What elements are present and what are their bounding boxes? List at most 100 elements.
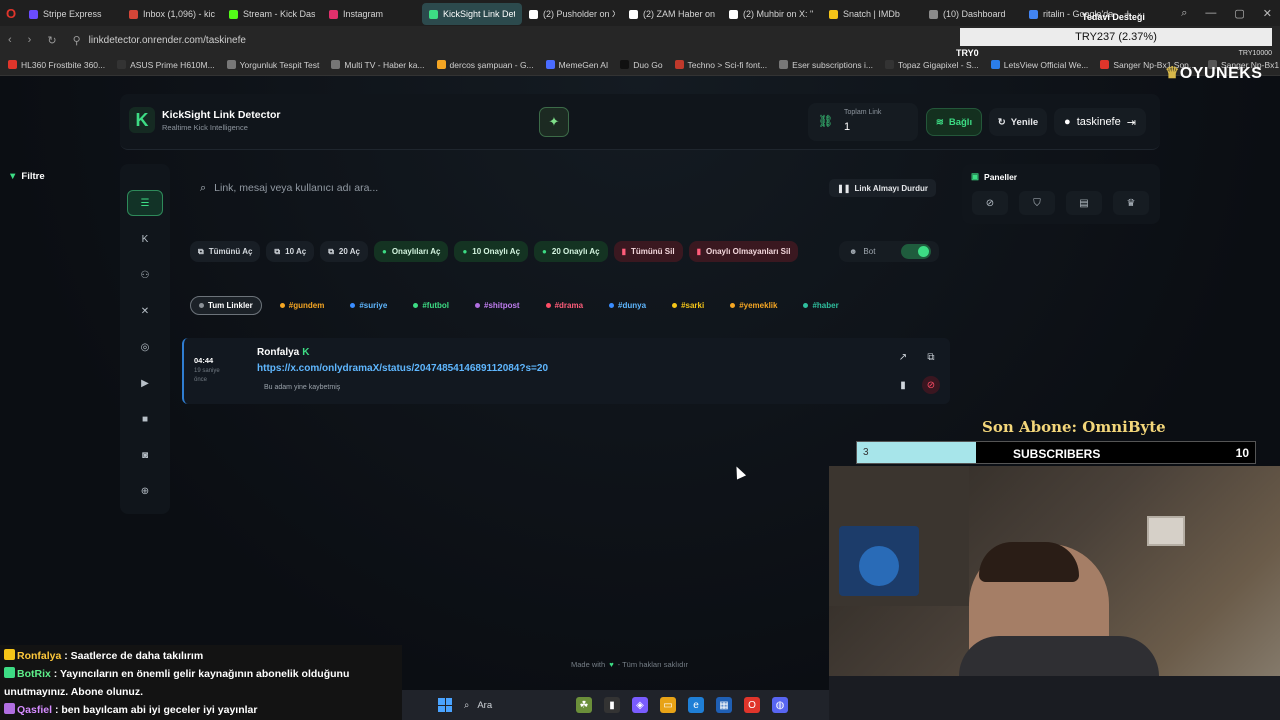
url-field[interactable]: linkdetector.onrender.com/taskinefe [89,35,246,46]
bookmark-item[interactable]: Duo Go [620,60,663,70]
tag-dot-icon [609,303,615,308]
search-bar[interactable]: ⌕ Link, mesaj veya kullanıcı adı ara... … [192,176,948,200]
windows-start-icon[interactable] [438,698,452,712]
action-button[interactable]: ● Onaylıları Aç [373,241,449,262]
panel-banned-button[interactable]: ⊘ [972,191,1008,215]
tag-filter[interactable]: #suriye [342,296,395,315]
tag-filter[interactable]: #yemeklik [722,296,785,315]
opera-logo-icon[interactable]: O [0,0,22,26]
action-button[interactable]: ● 10 Onaylı Aç [454,241,529,262]
main-panel: ⌕ Link, mesaj veya kullanıcı adı ara... … [182,164,950,514]
browser-tab[interactable]: Stripe Express [22,3,122,25]
tag-filter[interactable]: #dunya [601,296,654,315]
tag-filter[interactable]: #haber [795,296,846,315]
filter-video-button[interactable]: ■ [127,406,163,432]
filter-youtube-button[interactable]: ▶ [127,370,163,396]
search-input[interactable]: Link, mesaj veya kullanıcı adı ara... [214,182,378,194]
open-link-icon[interactable]: ↗ [894,348,912,366]
action-button[interactable]: ▮ Tümünü Sil [613,241,683,262]
browser-tab[interactable]: Inbox (1,096) - kickta [122,3,222,25]
browser-tab[interactable]: Snatch | IMDb [822,3,922,25]
user-menu[interactable]: ● taskinefe ⇥ [1054,108,1146,136]
bookmark-item[interactable]: MemeGen AI [545,60,608,70]
taskbar-store-icon[interactable]: ▦ [716,697,732,713]
delete-link-icon[interactable]: ▮ [894,376,912,394]
refresh-button[interactable]: ↻ Yenile [989,108,1047,136]
taskbar-opera-icon[interactable]: O [744,697,760,713]
search-icon: ⌕ [200,181,207,194]
tab-favicon-icon [329,9,338,19]
bookmark-favicon-icon [779,60,789,69]
taskbar-explorer-icon[interactable]: ▭ [660,697,676,713]
browser-tab[interactable]: Instagram [322,3,422,25]
tag-filter[interactable]: Tum Linkler [190,296,262,315]
video-icon: ■ [141,413,149,425]
taskbar-widget-icon[interactable]: ☘ [576,697,592,713]
streamer-hair [979,542,1079,582]
action-button[interactable]: ▮ Onaylı Olmayanları Sil [688,241,799,262]
browser-tab[interactable]: (2) Pusholder on X: "S [522,3,622,25]
forward-icon[interactable]: › [28,34,32,46]
browser-tab[interactable]: KickSight Link Detector [422,3,522,25]
panel-shield-button[interactable]: ⛉ [1019,191,1055,215]
link-url[interactable]: https://x.com/onlydramaX/status/20474854… [257,363,548,374]
chat-badge-icon [4,649,15,660]
site-info-icon[interactable]: ⚲ [73,34,81,47]
bookmark-item[interactable]: ASUS Prime H610M... [117,60,215,70]
bookmark-item[interactable]: HL360 Frostbite 360... [8,60,105,70]
action-label: 20 Onaylı Aç [551,247,600,256]
username: taskinefe [1076,116,1121,128]
link-ago: 19 saniye önce [194,368,220,383]
browser-tab[interactable]: (2) ZAM Haber on X: [622,3,722,25]
filter-kick-button[interactable]: K [127,226,163,252]
check-icon: ● [381,247,387,256]
taskbar-search-icon: ⌕ [464,699,470,711]
action-button[interactable]: ● 20 Onaylı Aç [534,241,608,262]
back-icon[interactable]: ‹ [8,34,12,46]
filter-instagram-button[interactable]: ◎ [127,334,163,360]
filter-x-button[interactable]: ✕ [127,298,163,324]
tag-filter[interactable]: #gundem [272,296,333,315]
taskbar-copilot-icon[interactable]: ◈ [632,697,648,713]
filter-camera-button[interactable]: ◙ [127,442,163,468]
tag-filter[interactable]: #futbol [405,296,457,315]
reload-icon[interactable]: ↻ [47,34,56,47]
bookmark-item[interactable]: Techno > Sci-fi font... [674,60,767,70]
tab-favicon-icon [629,9,638,19]
panel-archive-button[interactable]: ▤ [1066,191,1102,215]
panel-trophy-button[interactable]: ♛ [1113,191,1149,215]
browser-tab[interactable]: (2) Muhbir on X: " [722,3,822,25]
taskbar-taskview-icon[interactable]: ▮ [604,697,620,713]
tag-filter[interactable]: #shitpost [467,296,528,315]
tab-label: Stripe Express [43,9,102,19]
block-user-icon[interactable]: ⊘ [922,376,940,394]
connected-button[interactable]: ≋ Bağlı [926,108,982,136]
logout-icon[interactable]: ⇥ [1127,116,1136,129]
tag-filter[interactable]: #drama [538,296,591,315]
link-user: Ronfalya K [257,347,309,358]
bookmark-item[interactable]: Eser subscriptions i... [779,60,873,70]
browser-tab[interactable]: Stream - Kick Dashbo [222,3,322,25]
filter-all-button[interactable]: ☰ [127,190,163,216]
bot-toggle[interactable] [901,244,931,259]
action-button[interactable]: ⧉ 20 Aç [320,241,368,262]
action-button[interactable]: ⧉ Tümünü Aç [190,241,261,262]
copy-link-icon[interactable]: ⧉ [922,348,940,366]
subscriber-target: 10 [1235,446,1249,460]
tag-filter[interactable]: #sarki [664,296,712,315]
taskbar-discord-icon[interactable]: ◍ [772,697,788,713]
chat-message: unutmayınız. Abone olunuz. [4,683,398,701]
bookmark-item[interactable]: Yorgunluk Tespit Test [226,60,319,70]
bookmark-item[interactable]: Multi TV - Haber ka... [331,60,425,70]
refresh-label: Yenile [1010,116,1039,128]
bookmark-favicon-icon [436,60,446,69]
status-logo-icon[interactable]: ✦ [539,107,569,137]
bookmark-item[interactable]: dercos şampuan - G... [436,60,534,70]
globe-icon: ⊕ [140,485,150,497]
taskbar-search[interactable]: ⌕ Ara [464,700,564,711]
stop-link-fetch-button[interactable]: ❚❚ Link Almayı Durdur [829,179,936,197]
filter-web-button[interactable]: ⊕ [127,478,163,504]
taskbar-edge-icon[interactable]: e [688,697,704,713]
filter-users-button[interactable]: ⚇ [127,262,163,288]
action-button[interactable]: ⧉ 10 Aç [266,241,315,262]
